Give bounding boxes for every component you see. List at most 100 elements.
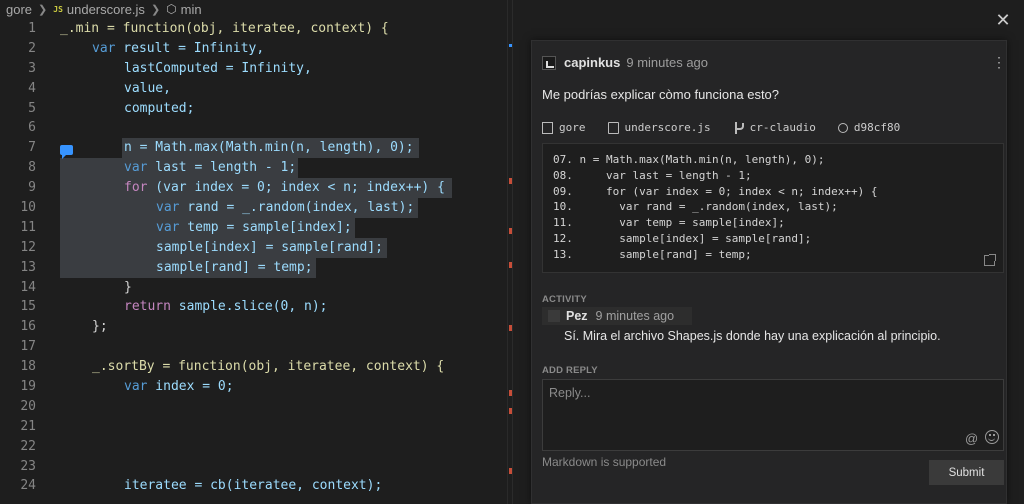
line-number: 11 <box>20 219 36 235</box>
code-line: 14 } <box>0 278 512 298</box>
code-rest: index = 0; <box>147 379 234 395</box>
code-line: 20 <box>0 397 512 417</box>
reply-box: @ <box>542 379 1004 451</box>
open-external-icon[interactable] <box>984 254 996 266</box>
reply-header: Pez 9 minutes ago <box>542 307 692 325</box>
avatar <box>548 310 560 322</box>
breadcrumb: gore ❯ JS underscore.js ❯ ⬡ min <box>0 0 512 18</box>
activity-label: ACTIVITY <box>542 294 587 305</box>
reply-time: 9 minutes ago <box>595 309 675 323</box>
code-line: 18 _.sortBy = function(obj, iteratee, co… <box>0 357 512 377</box>
comment-thread-icon[interactable] <box>60 145 73 159</box>
code-line: 8 var last = length - 1; <box>0 158 512 179</box>
line-number: 6 <box>28 120 36 136</box>
repo-icon <box>542 121 553 134</box>
code-rest: rand = _.random(index, last); <box>179 200 415 216</box>
avatar <box>542 55 556 70</box>
code-keyword: var <box>124 379 148 395</box>
reply-author[interactable]: Pez <box>566 309 588 323</box>
line-number: 21 <box>20 418 36 434</box>
code-editor[interactable]: gore ❯ JS underscore.js ❯ ⬡ min 1 _.min … <box>0 0 512 504</box>
line-number: 15 <box>20 299 36 315</box>
code-line: 17 <box>0 337 512 357</box>
meta-file[interactable]: underscore.js <box>607 121 711 134</box>
reply-input[interactable] <box>543 380 1003 450</box>
snippet-line: 12. sample[index] = sample[rand]; <box>553 232 812 245</box>
selection-highlight <box>60 178 122 199</box>
code-line: 13 sample[rand] = temp; <box>0 257 512 278</box>
line-number: 13 <box>20 259 36 275</box>
code-line: 6 <box>0 118 512 138</box>
snippet-line: 10. var rand = _.random(index, last); <box>553 200 838 214</box>
emoji-icon[interactable] <box>985 430 999 444</box>
code-text: iteratee = cb(iteratee, context); <box>124 478 383 494</box>
symbol-method-icon: ⬡ <box>166 2 177 16</box>
code-line: 5 computed; <box>0 99 512 119</box>
at-icon[interactable]: @ <box>965 431 978 446</box>
code-rest: (var index = 0; index < n; index++) { <box>147 180 445 196</box>
code-keyword: var <box>124 160 148 176</box>
code-text: _.sortBy = function(obj, iteratee, conte… <box>92 359 445 375</box>
selection-highlight <box>60 158 122 179</box>
code-text: var last = length - 1; <box>124 158 296 178</box>
close-icon[interactable]: ✕ <box>993 10 1013 30</box>
snippet-line: 07. n = Math.max(Math.min(n, length), 0)… <box>553 153 825 166</box>
code-text: return sample.slice(0, n); <box>124 297 328 317</box>
line-number: 16 <box>20 319 36 335</box>
chevron-right-icon: ❯ <box>150 3 161 16</box>
chevron-right-icon: ❯ <box>38 3 48 16</box>
code-line: 9 for (var index = 0; index < n; index++… <box>0 178 512 199</box>
snippet-line: 13. sample[rand] = temp; <box>553 247 752 261</box>
code-text: sample[rand] = temp; <box>156 259 313 275</box>
code-keyword: var <box>92 40 116 56</box>
comment-header: capinkus 9 minutes ago <box>542 55 708 70</box>
breadcrumb-file[interactable]: underscore.js <box>67 2 145 17</box>
snippet-line: 09. for (var index = 0; index < n; index… <box>553 184 878 198</box>
git-branch-icon <box>733 121 744 134</box>
line-number: 8 <box>28 160 36 176</box>
meta-branch[interactable]: cr-claudio <box>733 121 816 134</box>
meta-commit[interactable]: d98cf80 <box>837 121 900 134</box>
code-rest: sample.slice(0, n); <box>170 299 328 315</box>
breadcrumb-symbol[interactable]: min <box>181 2 202 17</box>
comment-meta: gore underscore.js cr-claudio d98cf80 <box>542 121 922 134</box>
line-number: 14 <box>20 279 36 295</box>
line-number: 9 <box>28 180 36 196</box>
reply-body: Sí. Mira el archivo Shapes.js donde hay … <box>564 329 941 343</box>
line-number: 19 <box>20 379 36 395</box>
snippet-line: 11. var temp = sample[index]; <box>553 216 785 230</box>
code-text: sample[index] = sample[rand]; <box>156 239 383 255</box>
comment-pane: ✕ capinkus 9 minutes ago ⋮ Me podrías ex… <box>512 0 1024 504</box>
meta-repo[interactable]: gore <box>542 121 586 134</box>
code-lines[interactable]: 1 _.min = function(obj, iteratee, contex… <box>0 19 512 496</box>
git-commit-icon <box>837 122 848 133</box>
file-icon <box>607 121 619 134</box>
code-line: 3 lastComputed = Infinity, <box>0 59 512 79</box>
selection-highlight <box>60 217 154 238</box>
code-keyword: var <box>156 200 180 216</box>
line-number: 18 <box>20 359 36 375</box>
code-keyword: for <box>124 180 148 196</box>
line-number: 5 <box>28 100 36 116</box>
comment-author[interactable]: capinkus <box>564 55 620 70</box>
code-line: 10 var rand = _.random(index, last); <box>0 198 512 218</box>
submit-button[interactable]: Submit <box>929 460 1004 485</box>
code-line: 15 return sample.slice(0, n); <box>0 297 512 317</box>
more-vertical-icon[interactable]: ⋮ <box>992 55 1006 69</box>
code-text: var temp = sample[index]; <box>156 218 352 238</box>
code-line: 24 iteratee = cb(iteratee, context); <box>0 476 512 496</box>
code-text: value, <box>124 80 171 96</box>
comment-card: capinkus 9 minutes ago ⋮ Me podrías expl… <box>531 40 1007 504</box>
code-text: n = Math.max(Math.min(n, length), 0); <box>124 140 414 156</box>
line-number: 17 <box>20 339 36 355</box>
javascript-file-icon: JS <box>53 4 63 14</box>
code-line: 11 var temp = sample[index]; <box>0 217 512 238</box>
line-number: 2 <box>28 40 36 56</box>
code-line: 23 <box>0 457 512 477</box>
markdown-note: Markdown is supported <box>542 455 667 469</box>
comment-body: Me podrías explicar còmo funciona esto? <box>542 87 780 102</box>
breadcrumb-folder[interactable]: gore <box>6 2 32 17</box>
code-text: var result = Infinity, <box>92 39 264 59</box>
code-rest: result = Infinity, <box>115 40 265 56</box>
add-reply-label: ADD REPLY <box>542 365 598 376</box>
